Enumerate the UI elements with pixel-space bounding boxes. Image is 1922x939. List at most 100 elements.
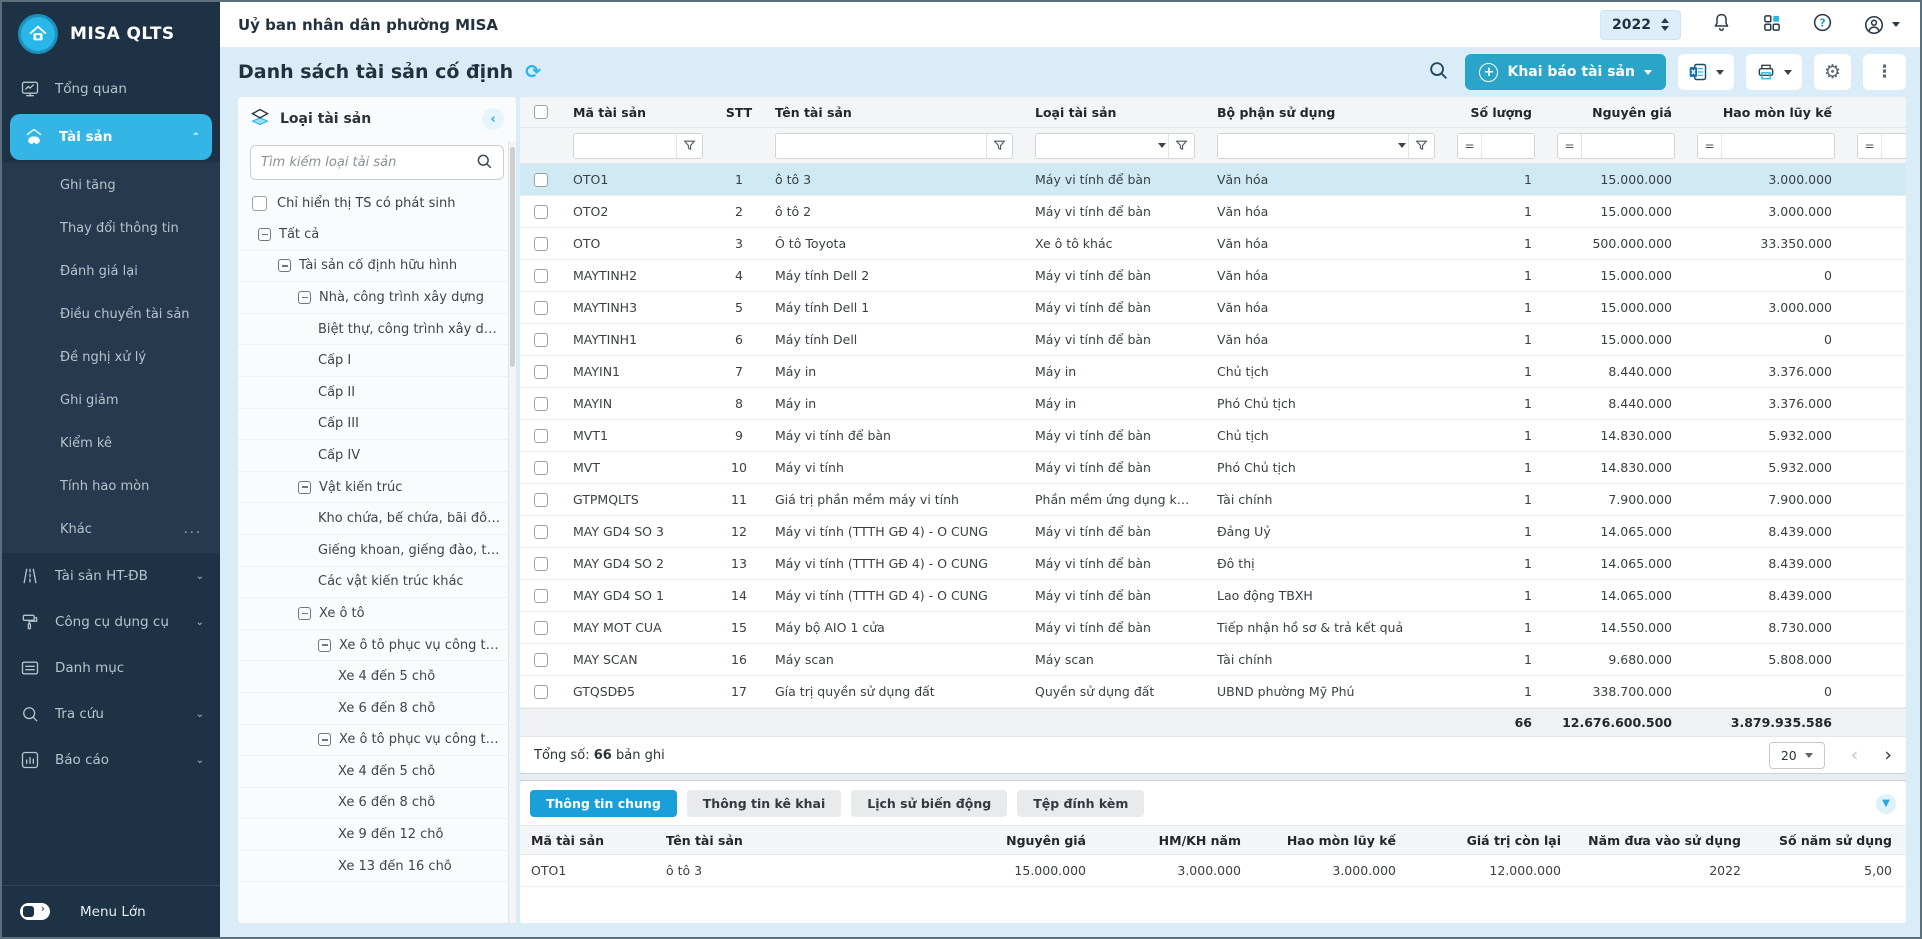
tree-node[interactable]: Cấp II bbox=[238, 377, 508, 409]
select-all-checkbox[interactable] bbox=[534, 105, 548, 119]
collapse-detail-icon[interactable]: ▼ bbox=[1876, 794, 1896, 814]
sidebar-item-tai-san[interactable]: Tài sản ⌃ bbox=[10, 114, 212, 160]
table-row[interactable]: MAYTINH1 6 Máy tính Dell Máy vi tính để … bbox=[520, 324, 1906, 356]
tree-node[interactable]: Tài sản cố định hữu hình bbox=[238, 251, 508, 283]
submenu-item[interactable]: Khác ... bbox=[2, 508, 220, 551]
table-row[interactable]: MVT1 9 Máy vi tính để bàn Máy vi tính để… bbox=[520, 420, 1906, 452]
table-row[interactable]: MAY GD4 SO 2 13 Máy vi tính (TTTH GĐ 4) … bbox=[520, 548, 1906, 580]
submenu-item[interactable]: Đánh giá lại ... bbox=[2, 250, 220, 293]
row-checkbox[interactable] bbox=[534, 173, 548, 187]
row-checkbox[interactable] bbox=[534, 525, 548, 539]
equals-operator[interactable]: = bbox=[1558, 134, 1582, 158]
more-options-button[interactable]: ⋮ bbox=[1863, 54, 1906, 90]
tree-node[interactable]: Tất cả bbox=[238, 219, 508, 251]
tree-node[interactable]: Vật kiến trúc bbox=[238, 472, 508, 504]
tab-thong-tin-chung[interactable]: Thông tin chung bbox=[530, 790, 677, 817]
submenu-item[interactable]: Ghi tăng ... bbox=[2, 164, 220, 207]
filter-funnel-icon[interactable] bbox=[1408, 134, 1434, 158]
notification-bell-icon[interactable] bbox=[1711, 12, 1732, 37]
equals-operator[interactable]: = bbox=[1698, 134, 1722, 158]
tree-node[interactable]: Xe ô tô phục vụ công tác ... bbox=[238, 630, 508, 662]
page-size-select[interactable]: 20 bbox=[1769, 742, 1825, 769]
col-header-qty[interactable]: Số lượng bbox=[1446, 105, 1546, 120]
filter-cost-input[interactable] bbox=[1582, 134, 1674, 158]
row-checkbox[interactable] bbox=[534, 621, 548, 635]
table-row[interactable]: GTQSDĐ5 17 Gía trị quyền sử dụng đất Quy… bbox=[520, 676, 1906, 708]
only-active-filter[interactable]: Chỉ hiển thị TS có phát sinh bbox=[238, 182, 516, 219]
sidebar-item-cong-cu-dung-cu[interactable]: Công cụ dụng cụ ⌄ bbox=[2, 599, 220, 645]
equals-operator[interactable]: = bbox=[1458, 134, 1482, 158]
tab-tep-dinh-kem[interactable]: Tệp đính kèm bbox=[1017, 790, 1144, 817]
filter-funnel-icon[interactable] bbox=[676, 134, 702, 158]
user-menu[interactable] bbox=[1863, 14, 1900, 36]
tree-node[interactable]: Cấp III bbox=[238, 409, 508, 441]
tree-node[interactable]: Các vật kiến trúc khác bbox=[238, 567, 508, 599]
collapse-node-icon[interactable] bbox=[258, 228, 271, 241]
filter-qty-input[interactable] bbox=[1482, 134, 1534, 158]
row-checkbox[interactable] bbox=[534, 685, 548, 699]
asset-type-search-input[interactable] bbox=[261, 155, 467, 170]
panel-splitter[interactable] bbox=[520, 773, 1906, 781]
submenu-item[interactable]: Điều chuyển tài sản ... bbox=[2, 293, 220, 336]
col-header-cost[interactable]: Nguyên giá bbox=[1546, 105, 1686, 120]
collapse-node-icon[interactable] bbox=[298, 481, 311, 494]
detail-data-row[interactable]: OTO1 ô tô 3 15.000.000 3.000.000 3.000.0… bbox=[520, 855, 1906, 887]
row-checkbox[interactable] bbox=[534, 205, 548, 219]
collapse-node-icon[interactable] bbox=[278, 259, 291, 272]
tree-node[interactable]: Cấp I bbox=[238, 345, 508, 377]
row-checkbox[interactable] bbox=[534, 333, 548, 347]
submenu-item[interactable]: Tính hao mòn ... bbox=[2, 465, 220, 508]
collapse-node-icon[interactable] bbox=[298, 291, 311, 304]
year-stepper-icon[interactable] bbox=[1661, 18, 1669, 31]
search-icon[interactable] bbox=[475, 152, 493, 174]
table-row[interactable]: MAY GD4 SO 1 14 Máy vi tính (TTTH GD 4) … bbox=[520, 580, 1906, 612]
tree-node[interactable]: Xe 13 đến 16 chỗ bbox=[238, 851, 508, 883]
submenu-item[interactable]: Kiểm kê ... bbox=[2, 422, 220, 465]
sidebar-item-tong-quan[interactable]: Tổng quan bbox=[2, 66, 220, 112]
col-header-name[interactable]: Tên tài sản bbox=[764, 105, 1024, 120]
row-checkbox[interactable] bbox=[534, 301, 548, 315]
tree-node[interactable]: Kho chứa, bể chứa, bãi đỗ, s... bbox=[238, 503, 508, 535]
prev-page-button[interactable]: ‹ bbox=[1851, 746, 1859, 765]
collapse-node-icon[interactable] bbox=[318, 733, 331, 746]
filter-extra-input[interactable] bbox=[1882, 134, 1906, 158]
table-row[interactable]: OTO2 2 ô tô 2 Máy vi tính để bàn Văn hóa… bbox=[520, 196, 1906, 228]
col-header-type[interactable]: Loại tài sản bbox=[1024, 105, 1206, 120]
row-checkbox[interactable] bbox=[534, 237, 548, 251]
filter-dept-select[interactable] bbox=[1218, 134, 1396, 158]
col-header-code[interactable]: Mã tài sản bbox=[562, 105, 714, 120]
submenu-item[interactable]: Đề nghị xử lý ... bbox=[2, 336, 220, 379]
table-row[interactable]: MAY MOT CUA 15 Máy bộ AIO 1 cửa Máy vi t… bbox=[520, 612, 1906, 644]
filter-name-input[interactable] bbox=[776, 134, 986, 158]
tree-node[interactable]: Xe 6 đến 8 chỗ bbox=[238, 693, 508, 725]
tree-node[interactable]: Xe 9 đến 12 chỗ bbox=[238, 819, 508, 851]
tree-node[interactable]: Xe 4 đến 5 chỗ bbox=[238, 756, 508, 788]
row-checkbox[interactable] bbox=[534, 269, 548, 283]
refresh-icon[interactable]: ⟳ bbox=[525, 61, 541, 83]
row-checkbox[interactable] bbox=[534, 365, 548, 379]
filter-code-input[interactable] bbox=[574, 134, 676, 158]
collapse-panel-icon[interactable]: ‹ bbox=[482, 108, 504, 130]
year-selector[interactable]: 2022 bbox=[1600, 10, 1681, 40]
row-checkbox[interactable] bbox=[534, 589, 548, 603]
menu-size-toggle[interactable] bbox=[20, 903, 50, 920]
table-row[interactable]: MVT 10 Máy vi tính Máy vi tính để bàn Ph… bbox=[520, 452, 1906, 484]
more-dots-icon[interactable]: ... bbox=[184, 522, 202, 537]
sidebar-item-danh-muc[interactable]: Danh mục bbox=[2, 645, 220, 691]
row-checkbox[interactable] bbox=[534, 493, 548, 507]
search-icon[interactable] bbox=[1427, 59, 1449, 85]
submenu-item[interactable]: Thay đổi thông tin ... bbox=[2, 207, 220, 250]
next-page-button[interactable]: › bbox=[1884, 746, 1892, 765]
table-row[interactable]: OTO 3 Ô tô Toyota Xe ô tô khác Văn hóa 1… bbox=[520, 228, 1906, 260]
declare-asset-button[interactable]: + Khai báo tài sản bbox=[1465, 54, 1665, 90]
settings-button[interactable]: ⚙ bbox=[1814, 54, 1851, 90]
only-active-checkbox[interactable] bbox=[252, 196, 267, 211]
tree-node[interactable]: Nhà, công trình xây dựng bbox=[238, 282, 508, 314]
tree-scrollbar-thumb[interactable] bbox=[510, 147, 515, 367]
filter-dep-input[interactable] bbox=[1722, 134, 1834, 158]
table-row[interactable]: MAYTINH2 4 Máy tính Dell 2 Máy vi tính đ… bbox=[520, 260, 1906, 292]
col-header-dep[interactable]: Hao mòn lũy kế bbox=[1686, 105, 1846, 120]
export-excel-button[interactable] bbox=[1678, 54, 1734, 90]
sidebar-item-tra-cuu[interactable]: Tra cứu ⌄ bbox=[2, 691, 220, 737]
row-checkbox[interactable] bbox=[534, 653, 548, 667]
